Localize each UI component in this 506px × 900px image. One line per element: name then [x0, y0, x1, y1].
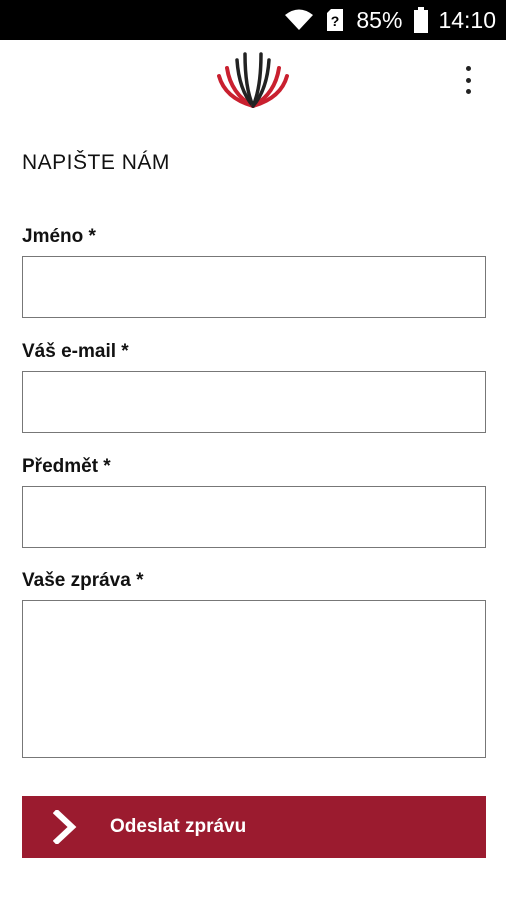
battery-percent: 85% [356, 6, 403, 33]
name-label: Jméno * [22, 226, 96, 247]
status-bar: ? 85% 14:10 [0, 0, 506, 40]
subject-label: Předmět * [22, 456, 111, 477]
menu-dot [465, 89, 471, 94]
send-message-label: Odeslat zprávu [110, 816, 247, 837]
email-input[interactable] [22, 371, 486, 433]
overflow-menu-icon[interactable] [454, 64, 482, 96]
name-input[interactable] [22, 256, 486, 318]
email-label: Váš e-mail * [22, 341, 129, 362]
wifi-icon [284, 8, 314, 32]
svg-text:?: ? [331, 13, 340, 29]
brand-logo[interactable] [217, 52, 289, 108]
send-message-button[interactable]: Odeslat zprávu [22, 796, 486, 858]
battery-icon [414, 7, 429, 33]
message-label: Vaše zpráva * [22, 570, 144, 591]
message-textarea[interactable] [22, 600, 486, 758]
chevron-right-icon [22, 796, 86, 858]
menu-dot [465, 77, 471, 83]
subject-input[interactable] [22, 486, 486, 548]
clock: 14:10 [438, 6, 496, 33]
menu-dot [465, 66, 471, 71]
sim-unknown-icon: ? [326, 8, 344, 32]
page-title: NAPIŠTE NÁM [22, 151, 170, 174]
app-bar [0, 40, 506, 126]
